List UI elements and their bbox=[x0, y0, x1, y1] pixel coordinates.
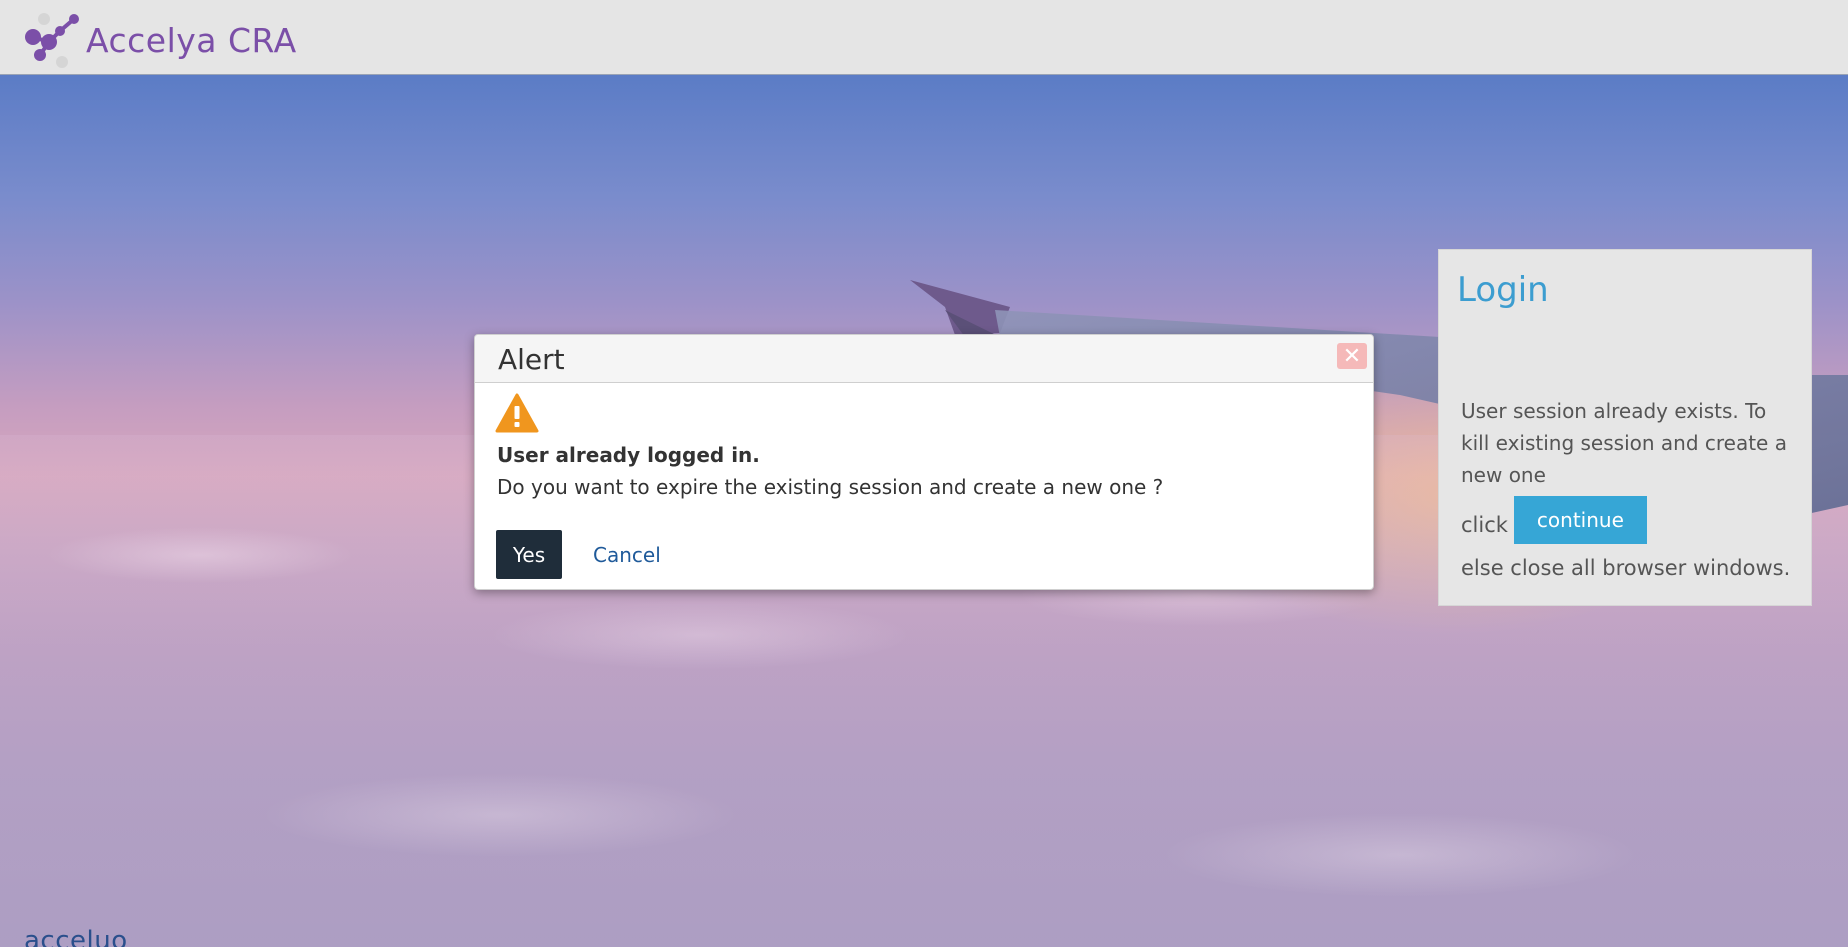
accelya-footer-logo: acceluo bbox=[24, 926, 128, 947]
close-browser-instruction: else close all browser windows. bbox=[1461, 556, 1791, 580]
continue-button[interactable]: continue bbox=[1513, 496, 1647, 544]
top-header: Accelya CRA bbox=[0, 0, 1848, 75]
cancel-link[interactable]: Cancel bbox=[593, 543, 661, 567]
close-icon[interactable]: ✕ bbox=[1337, 343, 1367, 369]
dialog-heading: User already logged in. bbox=[497, 443, 760, 467]
click-label: click bbox=[1461, 513, 1508, 537]
alert-dialog: Alert ✕ User already logged in. Do you w… bbox=[474, 334, 1374, 590]
login-title: Login bbox=[1457, 270, 1549, 310]
dialog-title: Alert bbox=[498, 343, 565, 376]
app-logo[interactable]: Accelya CRA bbox=[20, 12, 297, 68]
app-name: Accelya CRA bbox=[86, 20, 297, 60]
session-exists-message: User session already exists. To kill exi… bbox=[1461, 399, 1787, 487]
dialog-header: Alert ✕ bbox=[475, 335, 1373, 383]
yes-button[interactable]: Yes bbox=[496, 530, 562, 579]
warning-icon bbox=[495, 393, 539, 433]
dialog-message: Do you want to expire the existing sessi… bbox=[497, 475, 1164, 499]
login-panel: Login User session already exists. To ki… bbox=[1438, 249, 1812, 606]
molecule-logo-icon bbox=[25, 13, 79, 68]
continue-row: click continue bbox=[1461, 496, 1647, 544]
